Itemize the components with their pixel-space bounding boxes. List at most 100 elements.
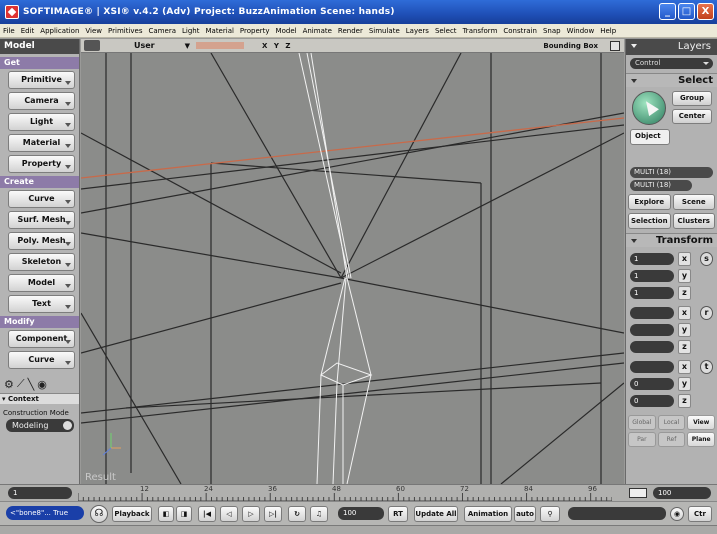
timeline-start-field[interactable]: 1 <box>8 487 72 499</box>
translate-z-toggle[interactable]: z <box>678 394 691 408</box>
rotate-y-toggle[interactable]: y <box>678 323 691 337</box>
menu-window[interactable]: Window <box>567 27 595 35</box>
menu-primitives[interactable]: Primitives <box>108 27 142 35</box>
select-arrow-icon[interactable] <box>632 91 666 125</box>
rotate-z-toggle[interactable]: z <box>678 340 691 354</box>
rotate-x-toggle[interactable]: x <box>678 306 691 320</box>
scale-y-toggle[interactable]: y <box>678 269 691 283</box>
center-button[interactable]: Center <box>672 109 712 124</box>
3d-viewport[interactable]: User ▼ X Y Z Bounding Box Result <box>81 39 624 484</box>
last-frame-icon[interactable]: ◨ <box>176 506 192 522</box>
create-poly-mesh-button[interactable]: Poly. Mesh <box>8 232 75 250</box>
menu-select[interactable]: Select <box>435 27 457 35</box>
control-dropdown[interactable]: Control <box>630 58 713 69</box>
menu-view[interactable]: View <box>85 27 102 35</box>
step-back-icon[interactable]: ◁ <box>220 506 238 522</box>
scale-x-toggle[interactable]: x <box>678 252 691 266</box>
menu-render[interactable]: Render <box>338 27 363 35</box>
menu-animate[interactable]: Animate <box>303 27 332 35</box>
loop-icon[interactable]: ↻ <box>288 506 306 522</box>
sphere-tool-icon[interactable]: ◉ <box>37 378 47 391</box>
command-field[interactable] <box>568 507 666 520</box>
scale-y-field[interactable]: 1 <box>630 270 674 282</box>
animation-menu-button[interactable]: Animation <box>464 506 512 522</box>
snap-tool-icon[interactable]: ⚙ <box>4 378 14 391</box>
get-primitive-button[interactable]: Primitive <box>8 71 75 89</box>
current-frame-field[interactable]: 100 <box>338 507 384 520</box>
go-to-start-icon[interactable]: |◀ <box>198 506 216 522</box>
construction-mode-select[interactable]: Modeling <box>6 419 74 432</box>
play-icon[interactable]: ▷ <box>242 506 260 522</box>
selection-button[interactable]: Selection <box>628 213 671 229</box>
line-tool-icon[interactable]: ╲ <box>28 378 35 391</box>
translate-y-field[interactable]: 0 <box>630 378 674 390</box>
view-selector[interactable]: User <box>134 41 155 50</box>
selection-filter-field[interactable]: MULTI (18) <box>630 167 713 178</box>
rotate-y-field[interactable] <box>630 324 674 336</box>
maximize-button[interactable]: □ <box>678 3 695 20</box>
view-dropdown-icon[interactable]: ▼ <box>185 42 190 50</box>
maximize-viewport-icon[interactable] <box>610 40 620 51</box>
create-text-button[interactable]: Text <box>8 295 75 313</box>
playback-menu-button[interactable]: Playback <box>112 506 152 522</box>
axis-toggle[interactable]: X Y Z <box>262 42 292 50</box>
rotate-x-field[interactable] <box>630 307 674 319</box>
local-ref-button[interactable]: Local <box>657 415 686 430</box>
scale-mode-button[interactable]: s <box>700 252 713 266</box>
get-material-button[interactable]: Material <box>8 134 75 152</box>
bend-tool-icon[interactable]: ⟋ <box>17 377 25 391</box>
global-ref-button[interactable]: Global <box>628 415 656 430</box>
timeline-end-icon[interactable] <box>629 488 647 498</box>
selection-field[interactable]: <"bone8"... True <box>6 506 84 520</box>
translate-x-toggle[interactable]: x <box>678 360 691 374</box>
timeline-end-field[interactable]: 100 <box>653 487 711 499</box>
view-ref-button[interactable]: View <box>687 415 716 430</box>
record-icon[interactable]: ◉ <box>670 507 684 521</box>
get-property-button[interactable]: Property <box>8 155 75 173</box>
auto-key-button[interactable]: auto <box>514 506 536 522</box>
layers-tab[interactable]: Layers <box>626 39 717 55</box>
get-camera-button[interactable]: Camera <box>8 92 75 110</box>
scale-x-field[interactable]: 1 <box>630 253 674 265</box>
plane-ref-button[interactable]: Plane <box>687 432 716 447</box>
translate-x-field[interactable] <box>630 361 674 373</box>
menu-help[interactable]: Help <box>600 27 616 35</box>
explore-button[interactable]: Explore <box>628 194 671 210</box>
translate-mode-button[interactable]: t <box>700 360 713 374</box>
clusters-button[interactable]: Clusters <box>672 213 715 229</box>
viewport-canvas[interactable] <box>81 53 624 484</box>
object-button[interactable]: Object <box>630 129 670 145</box>
audio-icon[interactable]: ♫ <box>310 506 328 522</box>
menu-constrain[interactable]: Constrain <box>503 27 537 35</box>
menu-layers[interactable]: Layers <box>406 27 429 35</box>
model-toolbar-tab[interactable]: Model <box>0 39 79 54</box>
translate-y-toggle[interactable]: y <box>678 377 691 391</box>
create-curve-button[interactable]: Curve <box>8 190 75 208</box>
modify-component-button[interactable]: Component <box>8 330 75 348</box>
first-frame-icon[interactable]: ◧ <box>158 506 174 522</box>
menu-property[interactable]: Property <box>240 27 270 35</box>
menu-edit[interactable]: Edit <box>21 27 35 35</box>
display-mode-label[interactable]: Bounding Box <box>543 42 598 50</box>
get-light-button[interactable]: Light <box>8 113 75 131</box>
modify-curve-button[interactable]: Curve <box>8 351 75 369</box>
ref-ref-button[interactable]: Ref <box>657 432 686 447</box>
scene-explorer-icon[interactable]: ☊ <box>90 505 108 523</box>
scene-button[interactable]: Scene <box>672 194 715 210</box>
menu-application[interactable]: Application <box>40 27 79 35</box>
close-button[interactable]: X <box>697 3 714 20</box>
menu-model[interactable]: Model <box>276 27 297 35</box>
timeline-ruler[interactable]: 12 24 36 48 60 72 84 96 <box>77 485 613 502</box>
transform-header[interactable]: Transform <box>626 233 717 247</box>
par-ref-button[interactable]: Par <box>628 432 656 447</box>
menu-transform[interactable]: Transform <box>463 27 498 35</box>
rotate-z-field[interactable] <box>630 341 674 353</box>
menu-light[interactable]: Light <box>182 27 199 35</box>
menu-simulate[interactable]: Simulate <box>369 27 400 35</box>
selection-info-field[interactable]: MULTI (18) <box>630 180 692 191</box>
display-options-menu[interactable] <box>196 42 245 49</box>
context-header[interactable]: ▾ Context <box>0 393 79 404</box>
update-all-button[interactable]: Update All <box>414 506 458 522</box>
key-search-icon[interactable]: ⚲ <box>540 506 560 522</box>
create-surf-mesh-button[interactable]: Surf. Mesh <box>8 211 75 229</box>
